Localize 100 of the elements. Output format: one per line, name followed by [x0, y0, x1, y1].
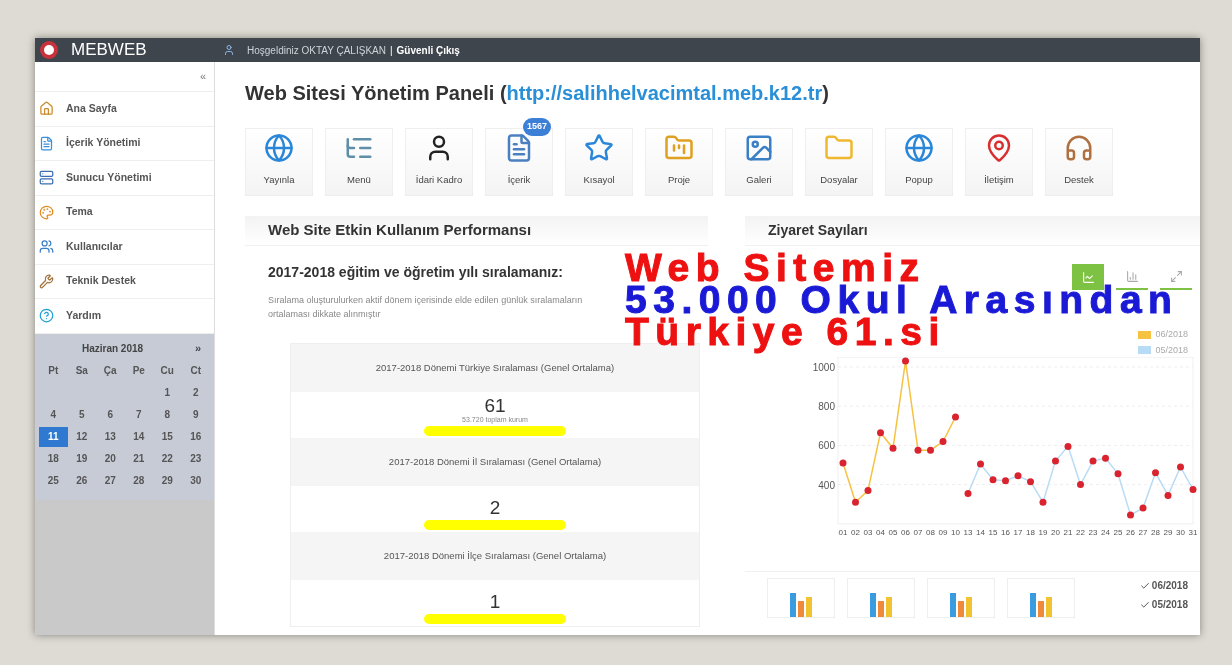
data-point — [1002, 477, 1009, 485]
x-tick-label: 27 — [1138, 528, 1148, 537]
x-tick-label: 02 — [851, 528, 860, 537]
x-tick-label: 05 — [888, 528, 898, 537]
user-icon — [223, 44, 235, 56]
shortcut-tile[interactable]: Kısayol — [565, 128, 633, 196]
calendar-day[interactable]: 29 — [153, 469, 182, 492]
x-tick-label: 08 — [926, 528, 935, 537]
legend-swatch — [1138, 346, 1152, 355]
data-point — [1114, 470, 1122, 478]
x-tick-label: 18 — [1026, 528, 1035, 537]
chart-thumbnail[interactable] — [767, 578, 835, 618]
shortcut-tile[interactable]: Galeri — [725, 128, 793, 196]
data-point — [1102, 454, 1109, 462]
calendar-day[interactable]: 27 — [96, 469, 125, 492]
calendar-day[interactable]: 23 — [181, 447, 210, 470]
x-tick-label: 28 — [1151, 528, 1160, 537]
calendar-day[interactable]: 21 — [124, 447, 153, 470]
data-point — [839, 459, 847, 467]
calendar-day[interactable]: 22 — [153, 447, 182, 470]
shortcut-tile[interactable]: Destek — [1045, 128, 1113, 196]
data-point — [1052, 457, 1059, 465]
calendar-day[interactable]: 25 — [39, 469, 68, 492]
calendar-day[interactable]: 5 — [67, 403, 96, 426]
calendar-day[interactable]: 12 — [67, 425, 96, 448]
x-tick-label: 22 — [1076, 528, 1085, 537]
calendar-day[interactable]: 9 — [181, 403, 210, 426]
calendar-month: Haziran 2018 — [80, 342, 145, 356]
x-tick-label: 30 — [1176, 528, 1185, 537]
x-tick-label: 20 — [1051, 528, 1060, 537]
site-link[interactable]: http://salihhelvacimtal.meb.k12.tr — [506, 82, 823, 104]
data-point — [989, 476, 997, 484]
bar-chart-icon — [948, 591, 974, 617]
ranking-description: Sıralama oluşturulurken aktif dönem içerisinde elde edilen günlük sıralamaların ortalaması dikkate alınmıştır — [268, 294, 584, 321]
shortcut-tile[interactable]: Popup — [885, 128, 953, 196]
x-tick-label: 03 — [863, 528, 873, 537]
ranking-value: 2 — [489, 498, 501, 518]
checkbox[interactable] — [1139, 599, 1150, 610]
calendar-day[interactable]: 30 — [181, 469, 210, 492]
shortcut-tile[interactable]: İçerik — [485, 128, 553, 196]
collapse-button[interactable]: « — [199, 68, 206, 85]
calendar-day[interactable]: 19 — [67, 447, 96, 470]
brand-name: MEBWEB — [71, 39, 148, 62]
calendar-day[interactable]: 11 — [39, 426, 68, 447]
shortcut-tile[interactable]: Menü — [325, 128, 393, 196]
panel-header: Ziyaret Sayıları — [745, 216, 1200, 246]
x-tick-label: 14 — [976, 528, 985, 537]
panel-header: Web Site Etkin Kullanım Performansı — [245, 216, 708, 246]
calendar-day[interactable]: 18 — [39, 447, 68, 470]
calendar-day[interactable]: 13 — [96, 425, 125, 448]
welcome-text: Hoşgeldiniz OKTAY ÇALIŞKAN — [247, 43, 386, 58]
calendar-day[interactable]: 2 — [181, 381, 210, 404]
checkbox-label: 06/2018 — [1151, 579, 1188, 593]
ranking-label: 2017-2018 Dönemi İlçe Sıralaması (Genel Ortalama) — [383, 548, 607, 563]
ranking-subtitle: 2017-2018 eğitim ve öğretim yılı sıralamanız: — [268, 263, 563, 282]
calendar-day[interactable]: 6 — [96, 403, 125, 426]
calendar-day[interactable]: 1 — [153, 381, 182, 404]
data-point — [1164, 491, 1172, 499]
data-point — [1077, 481, 1084, 489]
shortcut-tile[interactable]: İdari Kadro — [405, 128, 473, 196]
x-tick-label: 24 — [1101, 528, 1110, 537]
shortcut-tile[interactable]: Yayınla — [245, 128, 313, 196]
x-tick-label: 29 — [1163, 528, 1173, 537]
x-tick-label: 04 — [876, 528, 885, 537]
chart-thumbnail[interactable] — [927, 578, 995, 618]
document-icon — [39, 135, 54, 151]
chart-thumbnail[interactable] — [847, 578, 915, 618]
bar-chart-icon — [868, 591, 894, 617]
data-point — [902, 357, 909, 365]
data-point — [939, 438, 947, 445]
data-point — [889, 444, 897, 452]
data-point — [1177, 463, 1184, 471]
checkbox[interactable] — [1139, 580, 1150, 591]
calendar-day[interactable]: 14 — [124, 425, 153, 448]
data-point — [852, 498, 859, 506]
logout-link[interactable]: Güvenli Çıkış — [396, 42, 460, 58]
next-month-button[interactable]: » — [186, 340, 210, 357]
y-tick-label: 1000 — [812, 362, 835, 373]
chart-thumbnail[interactable] — [1007, 578, 1075, 618]
logo-icon — [39, 40, 59, 60]
data-point — [952, 413, 959, 421]
calendar-day[interactable]: 28 — [124, 469, 153, 492]
server-icon — [39, 170, 54, 186]
ranking-label: 2017-2018 Dönemi İl Sıralaması (Genel Ortalama) — [388, 454, 602, 469]
calendar-day[interactable]: 20 — [96, 447, 125, 470]
calendar-day[interactable]: 16 — [181, 425, 210, 448]
calendar-day[interactable]: 4 — [39, 403, 68, 426]
calendar-day[interactable]: 7 — [124, 403, 153, 426]
x-tick-label: 26 — [1126, 528, 1135, 537]
x-tick-label: 31 — [1188, 528, 1198, 537]
calendar-day[interactable]: 15 — [153, 425, 182, 448]
separator: | — [389, 43, 393, 58]
shortcut-tile[interactable]: Dosyalar — [805, 128, 873, 196]
shortcut-tile[interactable]: Proje — [645, 128, 713, 196]
calendar-day[interactable]: 26 — [67, 469, 96, 492]
x-tick-label: 16 — [1001, 528, 1010, 537]
legend-label: 06/2018 — [1155, 328, 1188, 341]
x-tick-label: 17 — [1013, 528, 1023, 537]
shortcut-tile[interactable]: İletişim — [965, 128, 1033, 196]
calendar-day[interactable]: 8 — [153, 403, 182, 426]
